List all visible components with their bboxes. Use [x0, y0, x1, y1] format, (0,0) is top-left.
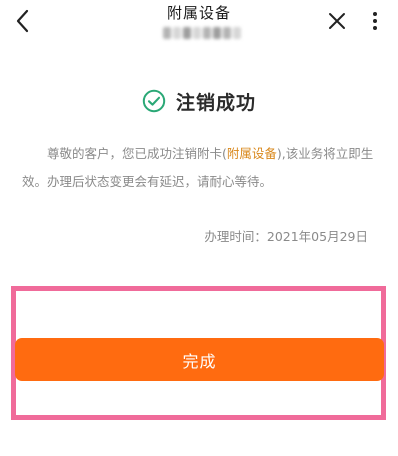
masked-phone-number	[163, 27, 241, 39]
more-vertical-icon	[373, 12, 377, 30]
device-highlight: 附属设备	[226, 146, 277, 161]
page: 附属设备 注销成功 尊敬的客户，您已成功注销附卡(附属设备),该业务将立即生效。…	[0, 0, 398, 456]
result-description: 尊敬的客户，您已成功注销附卡(附属设备),该业务将立即生效。办理后状态变更会有延…	[22, 140, 378, 196]
handle-time-label: 办理时间：	[204, 229, 267, 244]
handle-time-value: 2021年05月29日	[266, 229, 368, 244]
handle-time: 办理时间：2021年05月29日	[204, 226, 368, 245]
header-bar: 附属设备	[0, 0, 398, 48]
done-button[interactable]: 完成	[15, 338, 384, 381]
success-header: 注销成功	[0, 84, 398, 118]
check-circle-icon	[142, 89, 166, 113]
description-text-before: 尊敬的客户，您已成功注销附卡(	[47, 146, 227, 161]
close-button[interactable]	[322, 6, 352, 36]
close-icon	[329, 13, 345, 29]
success-title: 注销成功	[175, 91, 256, 114]
more-options-button[interactable]	[364, 6, 386, 36]
